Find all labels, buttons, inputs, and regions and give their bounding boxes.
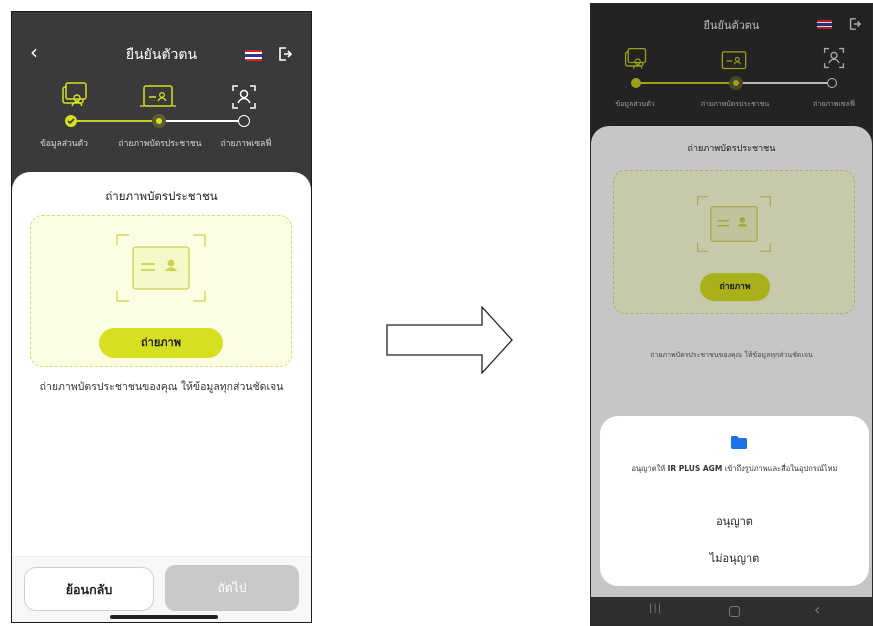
thai-flag-icon[interactable] [245, 50, 262, 61]
home-indicator [110, 615, 218, 619]
permission-message-prefix: อนุญาตให้ [631, 464, 668, 473]
step-dot-current-inner [156, 118, 162, 124]
capture-area[interactable]: ถ่ายภาพ [30, 215, 292, 367]
next-button[interactable]: ถัดไป [165, 565, 299, 611]
footer-bar: ย้อนกลับ ถัดไป [12, 556, 311, 622]
allow-button[interactable]: อนุญาต [600, 512, 869, 530]
folder-icon [731, 436, 747, 449]
step-label-id-card: ถ่ายภาพบัตรประชาชน [118, 139, 202, 149]
step-dot-pending [238, 115, 250, 127]
app-name: IR PLUS AGM [667, 464, 723, 473]
bottom-sheet: ถ่ายภาพบัตรประชาชน ถ่ายภาพ ถ่ายภาพบัตรปร… [12, 172, 311, 622]
back-button[interactable]: ย้อนกลับ [24, 567, 154, 611]
home-icon[interactable] [729, 606, 740, 617]
capture-photo-button[interactable]: ถ่ายภาพ [99, 328, 223, 358]
step-progress-line-done [71, 120, 159, 122]
personal-info-icon [62, 82, 87, 107]
page-title: ยืนยันตัวตน [125, 47, 198, 63]
id-card-icon [140, 85, 176, 107]
recent-apps-icon[interactable]: ||| [649, 603, 662, 614]
android-nav-bar: ||| ‹ [591, 597, 872, 625]
check-icon [67, 118, 75, 125]
step-label-personal: ข้อมูลส่วนตัว [40, 139, 88, 149]
step-progress-line-pending [159, 120, 245, 122]
id-card-frame-icon [116, 234, 206, 302]
step-label-selfie: ถ่ายภาพเซลฟี่ [220, 139, 272, 149]
deny-button[interactable]: ไม่อนุญาต [600, 549, 869, 567]
selfie-icon [232, 85, 256, 109]
phone-screen-after: ยืนยันตัวตน ข้อมูลส่วนตัว ถ่ายภาพบัตรประ… [590, 3, 873, 626]
permission-message: อนุญาตให้ IR PLUS AGM เข้าถึงรูปภาพและสื… [610, 462, 859, 475]
transition-arrow-icon [386, 306, 513, 374]
logout-icon[interactable] [277, 46, 292, 62]
back-icon[interactable]: ‹ [814, 600, 820, 619]
permission-dialog: อนุญาตให้ IR PLUS AGM เข้าถึงรูปภาพและสื… [600, 416, 869, 586]
phone-screen-before: ‹ ยืนยันตัวตน ข้อมูลส่วนตัว ถ่ายภาพบัตรป… [11, 11, 312, 623]
permission-message-suffix: เข้าถึงรูปภาพและสื่อในอุปกรณ์ไหม [722, 464, 838, 473]
capture-instruction: ถ่ายภาพบัตรประชาชนของคุณ ให้ข้อมูลทุกส่ว… [39, 381, 284, 393]
sheet-title: ถ่ายภาพบัตรประชาชน [105, 189, 218, 203]
